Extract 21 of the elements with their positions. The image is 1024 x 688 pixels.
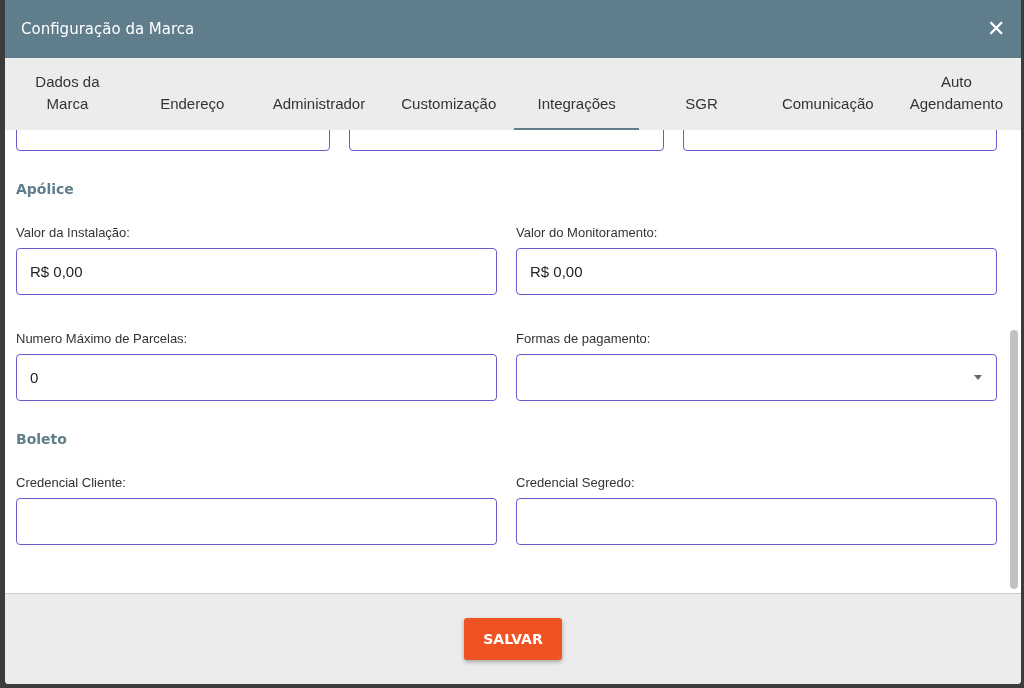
section-title: Apólice <box>16 181 75 197</box>
field-label: Valor do Monitoramento: <box>516 225 659 240</box>
tab[interactable]: SGR <box>639 58 764 130</box>
tab[interactable]: Auto Agendamento <box>891 58 1021 130</box>
field-label: Credencial Segredo: <box>516 475 636 490</box>
tab[interactable]: Customização <box>383 58 515 130</box>
tab[interactable]: Comunicação <box>763 58 892 130</box>
window-title: Configuração da Marca <box>21 20 195 38</box>
input-field[interactable]: R$ 0,00 <box>16 248 497 295</box>
close-button[interactable]: ✕ <box>983 16 1009 42</box>
input-field[interactable]: R$ 0,00 <box>516 248 997 295</box>
input-field[interactable]: 0 <box>16 354 497 401</box>
save-button[interactable]: SALVAR <box>464 618 562 660</box>
tab[interactable]: Administrador <box>254 58 384 130</box>
field-label: Numero Máximo de Parcelas: <box>16 331 189 346</box>
tab[interactable]: Dados da Marca <box>5 58 130 130</box>
field-label: Valor da Instalação: <box>16 225 131 240</box>
tab[interactable]: Endereço <box>129 58 255 130</box>
field-label: Credencial Cliente: <box>16 475 127 490</box>
field-label: Formas de pagamento: <box>516 331 652 346</box>
section-title: Boleto <box>16 431 68 447</box>
